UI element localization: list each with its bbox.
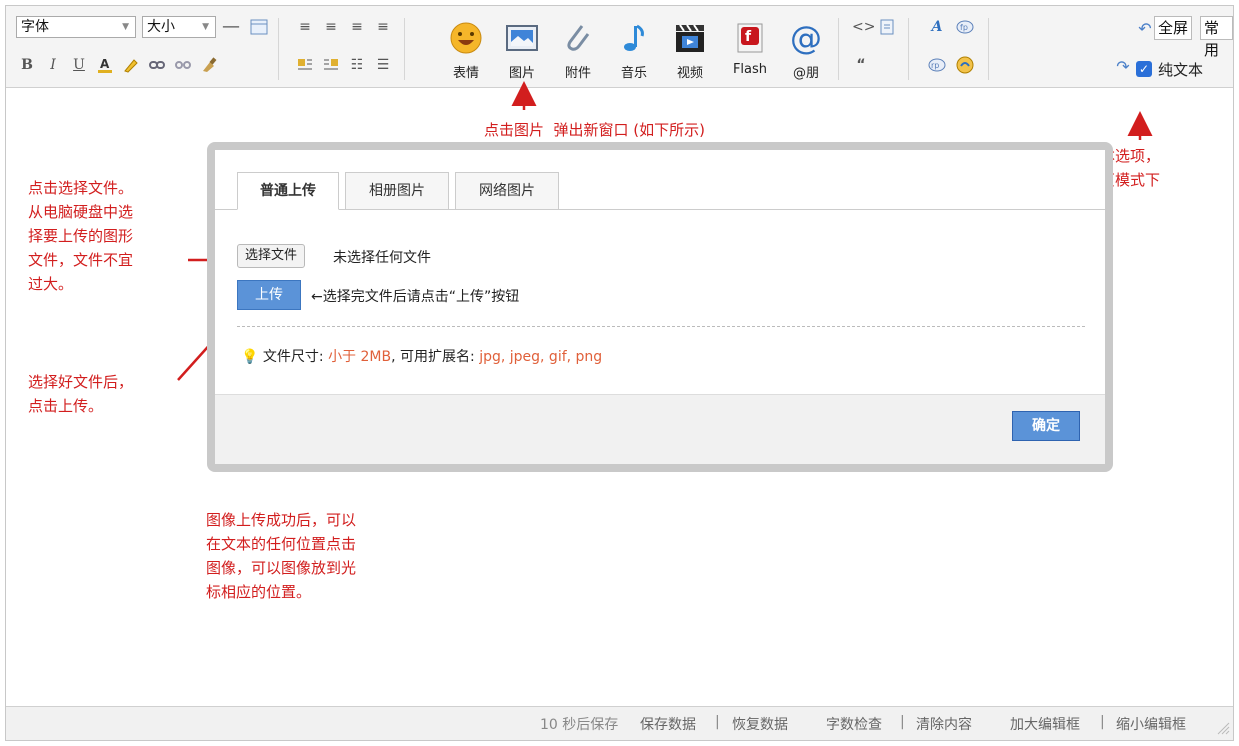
status-separator: | <box>900 714 905 730</box>
annotation-line: 在文本的任何位置点击 <box>206 535 357 553</box>
tab-web-images[interactable]: 网络图片 <box>455 172 559 210</box>
annotation-line: 点击上传。 <box>28 397 104 415</box>
annotation-line: 文件，文件不宜 <box>28 251 134 269</box>
ext-value: jpg, jpeg, gif, png <box>479 349 603 365</box>
clear-content-link[interactable]: 清除内容 <box>916 714 972 734</box>
autosave-text: 10 秒后保存 <box>540 717 619 733</box>
status-bar: 10 秒后保存 保存数据 | 恢复数据 字数检查 | 清除内容 加大编辑框 | … <box>6 706 1233 740</box>
status-separator: | <box>715 714 720 730</box>
annotation-line: 过大。 <box>28 275 74 293</box>
annotation-left-upload: 选择好文件后， 点击上传。 <box>28 370 133 418</box>
annotation-line: 点击选择文件。 <box>28 179 134 197</box>
annotation-bottom: 图像上传成功后，可以 在文本的任何位置点击 图像，可以图像放到光 标相应的位置。 <box>206 508 356 604</box>
tab-album-images[interactable]: 相册图片 <box>345 172 449 210</box>
dialog-footer: 确定 <box>215 394 1105 464</box>
tab-normal-upload[interactable]: 普通上传 <box>237 172 339 210</box>
size-label: 文件尺寸: <box>262 349 324 365</box>
size-value: 小于 2MB <box>328 349 392 365</box>
annotation-left-choose: 点击选择文件。 从电脑硬盘中选 择要上传的图形 文件，文件不宜 过大。 <box>28 176 133 296</box>
upload-hint: ←选择完文件后请点击“上传”按钮 <box>311 289 520 305</box>
word-check-link[interactable]: 字数检查 <box>826 714 882 734</box>
file-info: 💡 文件尺寸: 小于 2MB, 可用扩展名: jpg, jpeg, gif, p… <box>241 346 602 366</box>
shrink-editor-link[interactable]: 缩小编辑框 <box>1116 714 1186 734</box>
lightbulb-icon: 💡 <box>241 349 259 365</box>
annotation-line: 图像，可以图像放到光 <box>206 559 357 577</box>
annotation-line: 选择好文件后， <box>28 373 134 391</box>
annotation-top: 点击图片 弹出新窗口 (如下所示) <box>484 121 706 139</box>
upload-button[interactable]: 上传 <box>237 280 301 310</box>
annotation-line: 图像上传成功后，可以 <box>206 511 357 529</box>
status-separator: | <box>1100 714 1105 730</box>
annotation-line: 标相应的位置。 <box>206 583 312 601</box>
enlarge-editor-link[interactable]: 加大编辑框 <box>1010 714 1080 734</box>
ok-button[interactable]: 确定 <box>1012 411 1080 441</box>
choose-file-button[interactable]: 选择文件 <box>237 244 306 268</box>
resize-grip-icon[interactable] <box>1216 721 1230 735</box>
restore-data-link[interactable]: 恢复数据 <box>732 714 788 734</box>
dashed-divider <box>237 326 1085 327</box>
annotation-line: 从电脑硬盘中选 <box>28 203 134 221</box>
save-data-link[interactable]: 保存数据 <box>640 714 696 734</box>
annotation-line: 择要上传的图形 <box>28 227 134 245</box>
upload-dialog: 普通上传 相册图片 网络图片 选择文件 未选择任何文件 上传 ←选择完文件后请点… <box>215 150 1105 464</box>
ext-label: , 可用扩展名: <box>391 349 475 365</box>
no-file-text: 未选择任何文件 <box>333 250 431 266</box>
